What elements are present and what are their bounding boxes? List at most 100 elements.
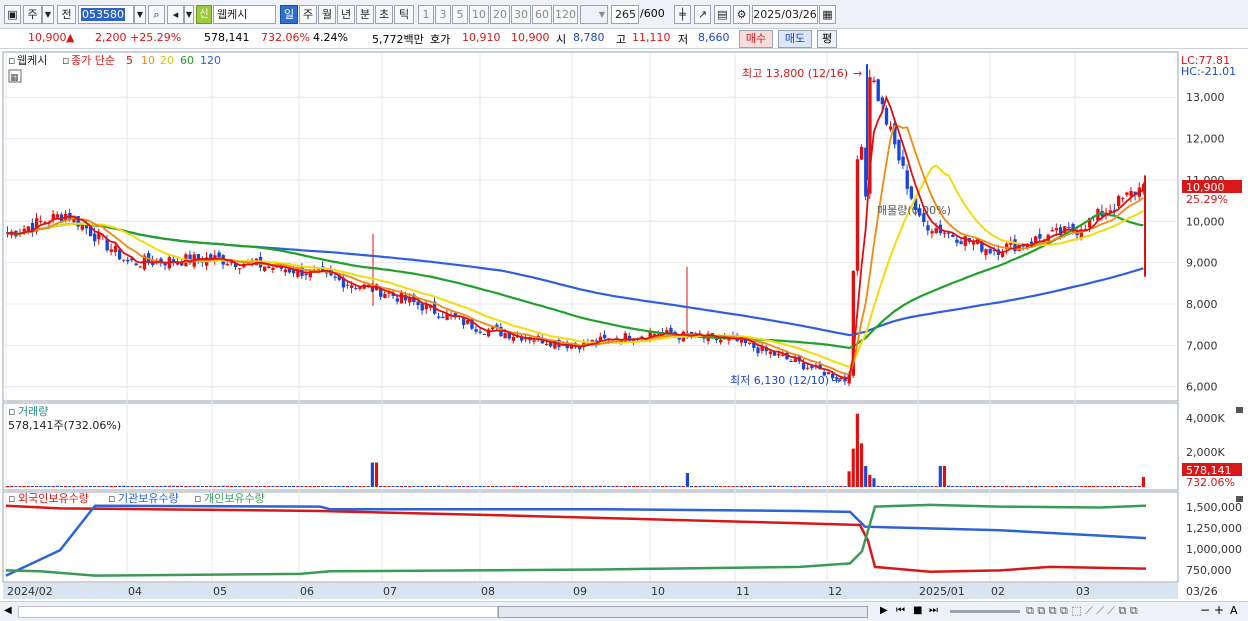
volume-bar-157 — [656, 486, 660, 487]
candle-body-144 — [602, 334, 607, 339]
speaker-icon[interactable]: ◂ — [167, 5, 184, 24]
save-icon[interactable]: ▤ — [714, 5, 731, 24]
volume-bar-128 — [536, 486, 540, 487]
volume-bar-57 — [242, 486, 246, 487]
volume-title: 거래량 — [18, 405, 48, 418]
legend-ma-label: 종가 단순 — [71, 54, 115, 67]
layout-icons[interactable]: ⧉ ⧉ ⧉ ⧉ ⬚ ⟋ ⟋ ⟋ ⧉ ⧉ — [1026, 604, 1138, 618]
ask-price: 10,910 — [462, 31, 501, 44]
average-button[interactable]: 평 — [817, 30, 837, 48]
scroll-last-icon[interactable]: ⏭ — [929, 605, 938, 616]
scrollbar-track[interactable] — [18, 606, 498, 618]
bar-count-input[interactable]: 265 — [611, 5, 639, 24]
zoom-in-icon[interactable]: + — [1214, 603, 1224, 617]
interval-60[interactable]: 60 — [532, 5, 552, 24]
volume-bar-122 — [511, 486, 515, 487]
gear-icon[interactable]: ⚙ — [733, 5, 750, 24]
volume-bar-192 — [801, 486, 806, 487]
interval-10[interactable]: 10 — [469, 5, 489, 24]
volume-bar-59 — [250, 486, 254, 487]
volume-bar-80 — [337, 485, 341, 487]
volume-bar-92 — [387, 486, 391, 487]
candle-body-156 — [652, 333, 657, 335]
volume-panel-close-icon[interactable] — [1236, 407, 1243, 413]
scroll-left-icon[interactable]: ◀ — [4, 605, 12, 616]
interval-dropdown[interactable]: ▼ — [580, 5, 608, 24]
speaker-dropdown-icon[interactable]: ▼ — [184, 5, 194, 24]
price-ytick-0: 13,000 — [1186, 91, 1225, 104]
stock-name-field[interactable]: 웹케시 — [213, 5, 276, 24]
volume-bar-98 — [412, 486, 416, 487]
legend-ma10: 10 — [141, 54, 155, 67]
candle-body-104 — [437, 316, 441, 318]
volume-bar-17 — [76, 486, 80, 487]
x-label-7: 10 — [651, 585, 665, 598]
scroll-first-icon[interactable]: ⏮ — [896, 605, 905, 616]
scroll-toolbar: ◀ ▶ ⏮ ■ ⏭ ⧉ ⧉ ⧉ ⧉ ⬚ ⟋ ⟋ ⟋ ⧉ ⧉ − + A — [0, 601, 1248, 621]
scroll-right-icon[interactable]: ▶ — [880, 605, 888, 616]
code-dropdown-icon[interactable]: ▼ — [134, 5, 146, 24]
volume-bar-69 — [292, 485, 296, 487]
scrollbar-thumb[interactable] — [498, 606, 868, 618]
interval-20[interactable]: 20 — [490, 5, 510, 24]
interval-1[interactable]: 1 — [418, 5, 434, 24]
volume-bar-101 — [424, 485, 428, 487]
open-label: 시 — [556, 33, 567, 46]
period-year[interactable]: 년 — [337, 5, 355, 24]
candle-body-8 — [39, 220, 43, 222]
date-field[interactable]: 2025/03/26 — [752, 5, 818, 24]
zoom-out-icon[interactable]: − — [1200, 603, 1210, 617]
candle-type-icon[interactable]: ╪ — [674, 5, 691, 24]
volume-bar-55 — [234, 485, 238, 487]
all-button[interactable]: 전 — [57, 5, 76, 24]
period-second[interactable]: 초 — [375, 5, 393, 24]
legend-ma5: 5 — [126, 54, 133, 67]
market-select[interactable]: 주 — [23, 5, 42, 24]
period-week[interactable]: 주 — [299, 5, 317, 24]
candle-body-99 — [416, 301, 420, 306]
price-axis: 13,00012,00011,00010,0009,0008,0007,0006… — [1186, 91, 1225, 394]
price-ytick-1: 12,000 — [1186, 133, 1225, 146]
auto-scale-icon[interactable]: A — [1230, 604, 1238, 617]
volume-bar-11 — [51, 486, 55, 487]
period-minute[interactable]: 분 — [356, 5, 374, 24]
candle-body-100 — [420, 303, 424, 311]
volume-bar-207 — [864, 466, 868, 487]
volume-bar-118 — [495, 486, 499, 487]
stock-code-value: 053580 — [81, 8, 125, 21]
buy-button[interactable]: 매수 — [739, 30, 773, 48]
volume-bar-252 — [1050, 486, 1054, 487]
period-tick[interactable]: 틱 — [394, 5, 414, 24]
interval-3[interactable]: 3 — [435, 5, 451, 24]
price-ytick-5: 8,000 — [1186, 298, 1218, 311]
interval-120[interactable]: 120 — [553, 5, 578, 24]
window-menu-icon[interactable]: ▣ — [4, 5, 21, 24]
volume-bar-15 — [68, 486, 72, 487]
search-icon[interactable]: ⌕ — [148, 5, 165, 24]
line-tool-icon[interactable]: ↗ — [694, 5, 711, 24]
stop-icon[interactable]: ■ — [913, 605, 922, 616]
volume-bar-166 — [694, 485, 698, 487]
interval-30[interactable]: 30 — [511, 5, 531, 24]
candle-body-82 — [345, 284, 350, 286]
sell-button[interactable]: 매도 — [778, 30, 812, 48]
chart-area[interactable]: 13,00012,00011,00010,0009,0008,0007,0006… — [0, 50, 1248, 621]
candle-body-268 — [1116, 195, 1121, 207]
candle-body-25 — [109, 249, 113, 252]
candle-body-256 — [1067, 226, 1071, 228]
volume-bar-54 — [229, 486, 233, 487]
volume-bar-129 — [540, 486, 544, 487]
market-dropdown-icon[interactable]: ▼ — [42, 5, 54, 24]
volume-bar-232 — [967, 486, 971, 487]
stock-code-input[interactable]: 053580 — [78, 5, 134, 24]
period-day[interactable]: 일 — [280, 5, 298, 24]
volume-bar-235 — [980, 485, 984, 487]
volume-bar-274 — [1141, 476, 1145, 487]
period-month[interactable]: 월 — [318, 5, 336, 24]
volume-bar-104 — [437, 485, 441, 487]
volume-bar-53 — [225, 485, 229, 487]
zoom-slider[interactable] — [950, 610, 1020, 613]
volume-bar-70 — [296, 485, 300, 487]
interval-5[interactable]: 5 — [452, 5, 468, 24]
calendar-icon[interactable]: ▦ — [819, 5, 836, 24]
